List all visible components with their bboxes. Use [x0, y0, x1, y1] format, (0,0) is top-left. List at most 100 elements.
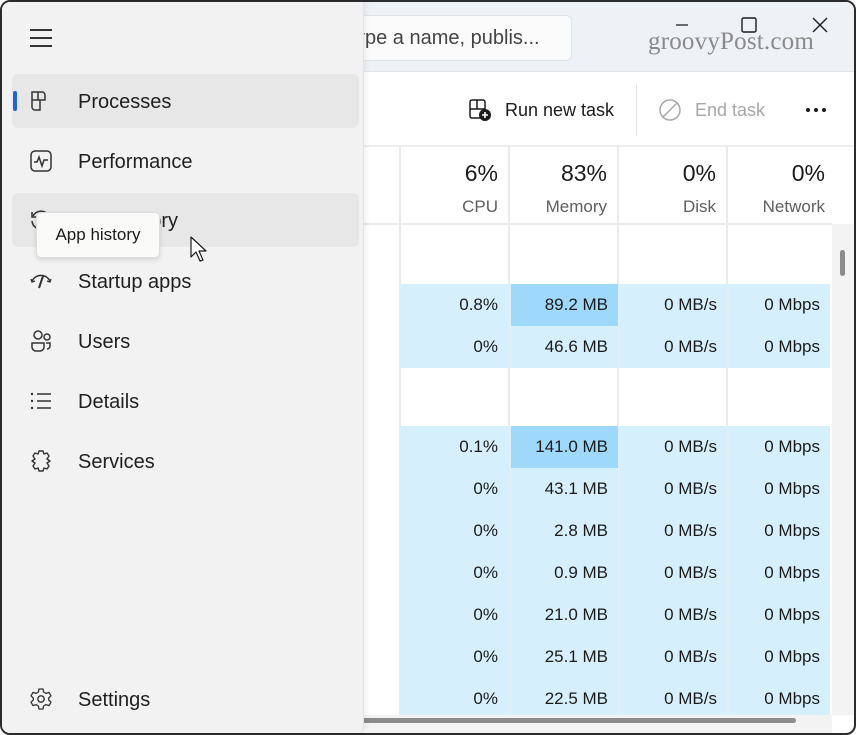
more-options-button[interactable]: [800, 95, 832, 125]
network-cell: 0 Mbps: [764, 563, 820, 582]
search-input[interactable]: ype a name, publis...: [332, 15, 572, 61]
disk-label: Disk: [682, 197, 716, 216]
nav-item-users[interactable]: Users: [12, 314, 359, 368]
column-header-memory[interactable]: 83% Memory: [510, 147, 617, 223]
gear-icon: [30, 688, 52, 710]
minimize-button[interactable]: [662, 10, 702, 40]
nav-item-startup-apps[interactable]: Startup apps: [12, 254, 359, 308]
close-icon: [812, 17, 828, 33]
cell-divider: [618, 552, 620, 594]
performance-icon: [30, 150, 52, 172]
memory-cell: 21.0 MB: [544, 605, 608, 624]
run-new-task-label: Run new task: [505, 99, 615, 120]
end-task-button[interactable]: End task: [658, 93, 765, 127]
cell-divider: [727, 678, 729, 715]
task-manager-window: ype a name, publis... groovyPost.com Run…: [0, 0, 856, 735]
network-cell: 0 Mbps: [764, 479, 820, 498]
memory-cell: 141.0 MB: [510, 426, 618, 468]
users-icon: [31, 330, 51, 352]
cell-divider: [618, 426, 620, 468]
cell-divider: [727, 636, 729, 678]
maximize-icon: [741, 17, 757, 33]
nav-item-services[interactable]: Services: [12, 434, 359, 488]
mouse-cursor-icon: [190, 236, 207, 262]
nav-item-processes[interactable]: Processes: [12, 74, 359, 128]
table-row[interactable]: 0.1% 141.0 MB 0 MB/s 0 Mbps: [400, 426, 830, 468]
services-icon: [31, 450, 51, 472]
table-row[interactable]: 0% 22.5 MB 0 MB/s 0 Mbps: [400, 678, 830, 715]
run-new-task-button[interactable]: Run new task: [468, 93, 614, 127]
cpu-cell: 0.8%: [459, 295, 498, 314]
memory-cell: 89.2 MB: [510, 284, 618, 326]
network-cell: 0 Mbps: [764, 437, 820, 456]
disk-cell: 0 MB/s: [664, 689, 717, 708]
hamburger-line: [30, 45, 52, 47]
cell-divider: [618, 678, 620, 715]
column-header-cpu[interactable]: 6% CPU: [401, 147, 508, 223]
cell-divider: [727, 468, 729, 510]
end-task-icon: [659, 99, 681, 121]
network-cell: 0 Mbps: [764, 605, 820, 624]
cell-divider: [509, 426, 511, 468]
memory-cell: 46.6 MB: [544, 337, 608, 356]
nav-item-details[interactable]: Details: [12, 374, 359, 428]
disk-cell: 0 MB/s: [664, 295, 717, 314]
table-row[interactable]: 0% 43.1 MB 0 MB/s 0 Mbps: [400, 468, 830, 510]
network-cell: 0 Mbps: [764, 521, 820, 540]
hamburger-button[interactable]: [30, 29, 52, 47]
cell-divider: [727, 552, 729, 594]
table-row[interactable]: 0% 2.8 MB 0 MB/s 0 Mbps: [400, 510, 830, 552]
network-label: Network: [762, 197, 825, 216]
cpu-cell: 0%: [473, 521, 498, 540]
cell-divider: [618, 510, 620, 552]
cell-divider: [618, 636, 620, 678]
toolbar-divider: [636, 85, 637, 135]
memory-percent: 83%: [560, 160, 607, 186]
nav-item-performance[interactable]: Performance: [12, 134, 359, 188]
column-header-network[interactable]: 0% Network: [728, 147, 832, 223]
vertical-scrollbar[interactable]: [832, 224, 854, 715]
table-row[interactable]: 0% 0.9 MB 0 MB/s 0 Mbps: [400, 552, 830, 594]
memory-cell: 22.5 MB: [544, 689, 608, 708]
table-row[interactable]: 0% 21.0 MB 0 MB/s 0 Mbps: [400, 594, 830, 636]
network-cell: 0 Mbps: [764, 647, 820, 666]
tooltip: App history: [36, 212, 160, 258]
table-row[interactable]: 0% 46.6 MB 0 MB/s 0 Mbps: [400, 326, 830, 368]
cell-divider: [727, 426, 729, 468]
disk-cell: 0 MB/s: [664, 647, 717, 666]
table-row[interactable]: 0.8% 89.2 MB 0 MB/s 0 Mbps: [400, 284, 830, 326]
cpu-cell: 0%: [473, 479, 498, 498]
details-icon: [30, 392, 51, 410]
close-button[interactable]: [800, 10, 840, 40]
disk-percent: 0%: [682, 160, 716, 186]
cell-divider: [509, 284, 511, 326]
navigation-pane: Processes Performance App history Startu…: [2, 2, 364, 733]
cell-divider: [727, 326, 729, 368]
cell-divider: [509, 636, 511, 678]
disk-cell: 0 MB/s: [664, 521, 717, 540]
nav-item-settings[interactable]: Settings: [12, 672, 359, 726]
minimize-icon: [676, 24, 688, 26]
end-task-label: End task: [695, 99, 766, 120]
nav-label: Details: [78, 391, 140, 413]
cell-divider: [618, 468, 620, 510]
cpu-cell: 0%: [473, 337, 498, 356]
memory-cell: 2.8 MB: [554, 521, 608, 540]
cell-divider: [618, 326, 620, 368]
horizontal-scroll-thumb[interactable]: [362, 718, 796, 723]
column-header-disk[interactable]: 0% Disk: [619, 147, 726, 223]
disk-cell: 0 MB/s: [664, 479, 717, 498]
disk-cell: 0 MB/s: [664, 605, 717, 624]
vertical-scroll-thumb[interactable]: [840, 250, 845, 276]
hamburger-icon: [30, 29, 52, 31]
cpu-label: CPU: [462, 197, 498, 216]
maximize-button[interactable]: [729, 10, 769, 40]
cpu-percent: 6%: [464, 160, 498, 186]
table-row[interactable]: 0% 25.1 MB 0 MB/s 0 Mbps: [400, 636, 830, 678]
network-cell: 0 Mbps: [764, 689, 820, 708]
cell-divider: [509, 594, 511, 636]
disk-cell: 0 MB/s: [664, 437, 717, 456]
nav-label: Startup apps: [78, 271, 192, 293]
disk-cell: 0 MB/s: [664, 337, 717, 356]
network-percent: 0%: [791, 160, 825, 186]
